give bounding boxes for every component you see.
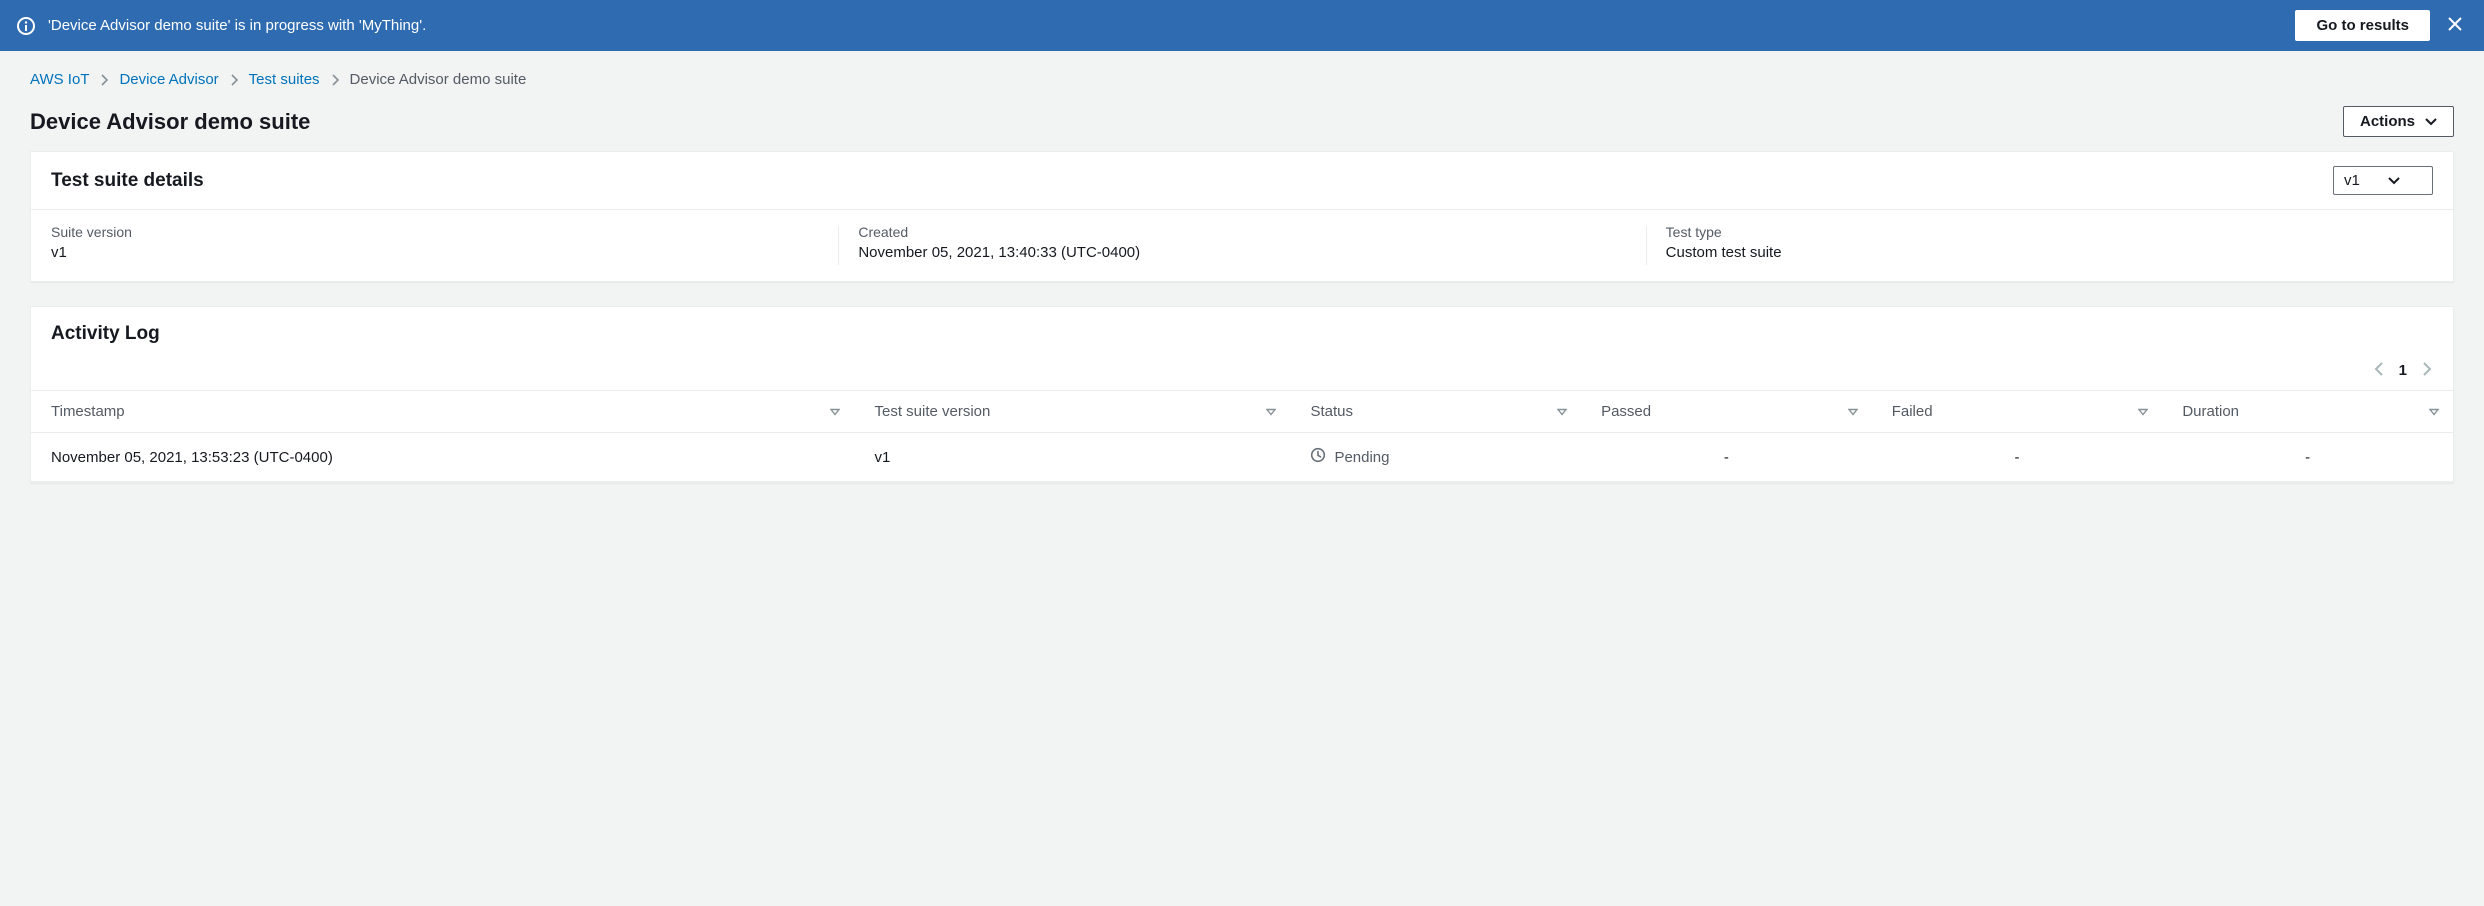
sort-icon <box>830 403 840 420</box>
banner-message: 'Device Advisor demo suite' is in progre… <box>48 17 2283 34</box>
page-number: 1 <box>2399 362 2407 379</box>
notification-banner: 'Device Advisor demo suite' is in progre… <box>0 0 2484 51</box>
pagination: 1 <box>31 345 2453 390</box>
field-value: v1 <box>51 244 818 261</box>
col-duration[interactable]: Duration <box>2162 391 2453 433</box>
chevron-left-icon <box>2373 361 2385 380</box>
sort-icon <box>2138 403 2148 420</box>
field-label: Created <box>858 224 1625 240</box>
caret-down-icon <box>2425 113 2437 130</box>
field-value: November 05, 2021, 13:40:33 (UTC-0400) <box>858 244 1625 261</box>
activity-log-panel: Activity Log 1 Timestamp Test suite vers… <box>30 306 2454 483</box>
field-label: Test type <box>1666 224 2433 240</box>
breadcrumb-link-aws-iot[interactable]: AWS IoT <box>30 71 89 88</box>
close-banner-button[interactable] <box>2442 11 2468 40</box>
cell-version: v1 <box>854 433 1290 482</box>
chevron-right-icon <box>2421 361 2433 380</box>
cell-status: Pending <box>1290 433 1581 482</box>
title-row: Device Advisor demo suite Actions <box>30 106 2454 137</box>
chevron-right-icon <box>229 74 239 86</box>
table-header-row: Timestamp Test suite version Status Pass… <box>31 391 2453 433</box>
details-title: Test suite details <box>51 170 204 192</box>
sort-icon <box>2429 403 2439 420</box>
chevron-right-icon <box>330 74 340 86</box>
version-select-value: v1 <box>2344 172 2360 189</box>
test-suite-details-panel: Test suite details v1 Suite version v1 C… <box>30 151 2454 282</box>
sort-icon <box>1557 403 1567 420</box>
clock-icon <box>1310 447 1326 467</box>
col-failed[interactable]: Failed <box>1872 391 2163 433</box>
actions-button[interactable]: Actions <box>2343 106 2454 137</box>
breadcrumb-link-test-suites[interactable]: Test suites <box>249 71 320 88</box>
cell-failed: - <box>1872 433 2163 482</box>
field-suite-version: Suite version v1 <box>31 210 838 281</box>
activity-log-title: Activity Log <box>51 323 2433 345</box>
info-icon <box>16 16 36 36</box>
col-version[interactable]: Test suite version <box>854 391 1290 433</box>
close-icon <box>2446 15 2464 36</box>
sort-icon <box>1848 403 1858 420</box>
table-row[interactable]: November 05, 2021, 13:53:23 (UTC-0400) v… <box>31 433 2453 482</box>
sort-icon <box>1266 403 1276 420</box>
caret-down-icon <box>2388 172 2400 189</box>
col-timestamp[interactable]: Timestamp <box>31 391 854 433</box>
breadcrumb: AWS IoT Device Advisor Test suites Devic… <box>30 71 2454 88</box>
breadcrumb-link-device-advisor[interactable]: Device Advisor <box>119 71 218 88</box>
status-text: Pending <box>1334 449 1389 466</box>
go-to-results-button[interactable]: Go to results <box>2295 10 2430 41</box>
page-title: Device Advisor demo suite <box>30 109 310 135</box>
field-value: Custom test suite <box>1666 244 2433 261</box>
field-label: Suite version <box>51 224 818 240</box>
chevron-right-icon <box>99 74 109 86</box>
actions-button-label: Actions <box>2360 113 2415 130</box>
breadcrumb-current: Device Advisor demo suite <box>350 71 527 88</box>
prev-page-button[interactable] <box>2373 361 2385 380</box>
cell-duration: - <box>2162 433 2453 482</box>
next-page-button[interactable] <box>2421 361 2433 380</box>
cell-timestamp: November 05, 2021, 13:53:23 (UTC-0400) <box>31 433 854 482</box>
col-passed[interactable]: Passed <box>1581 391 1872 433</box>
field-test-type: Test type Custom test suite <box>1646 210 2453 281</box>
field-created: Created November 05, 2021, 13:40:33 (UTC… <box>838 210 1645 281</box>
cell-passed: - <box>1581 433 1872 482</box>
activity-log-table: Timestamp Test suite version Status Pass… <box>31 390 2453 482</box>
col-status[interactable]: Status <box>1290 391 1581 433</box>
version-select[interactable]: v1 <box>2333 166 2433 195</box>
